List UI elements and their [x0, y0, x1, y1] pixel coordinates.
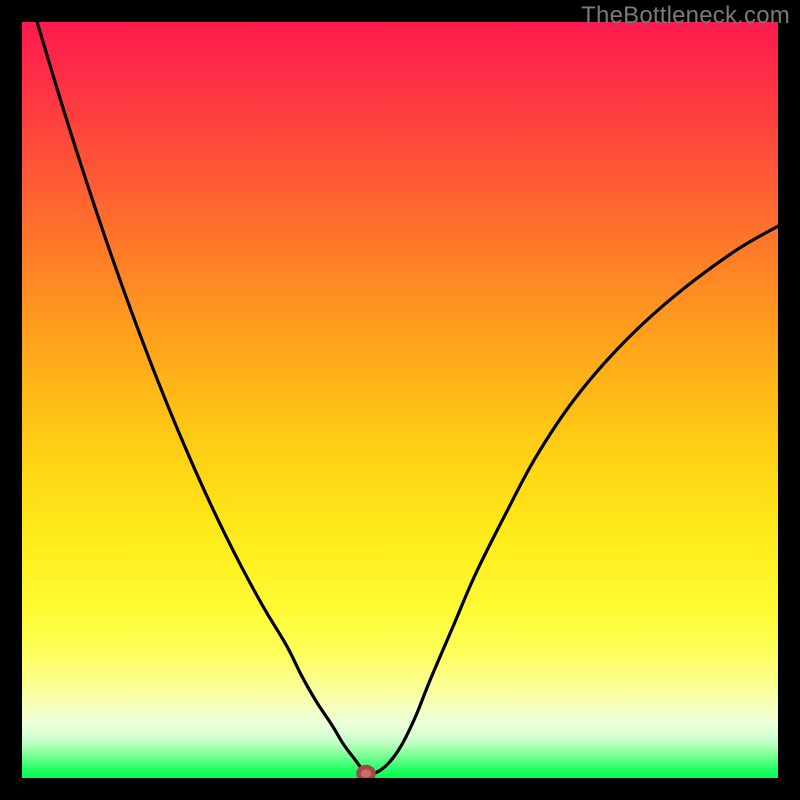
plot-area: [22, 22, 778, 778]
bottleneck-curve: [22, 22, 778, 778]
watermark-text: TheBottleneck.com: [581, 2, 790, 30]
curve-path: [37, 22, 778, 774]
optimum-marker: [358, 767, 373, 778]
chart-frame: TheBottleneck.com: [0, 0, 800, 800]
